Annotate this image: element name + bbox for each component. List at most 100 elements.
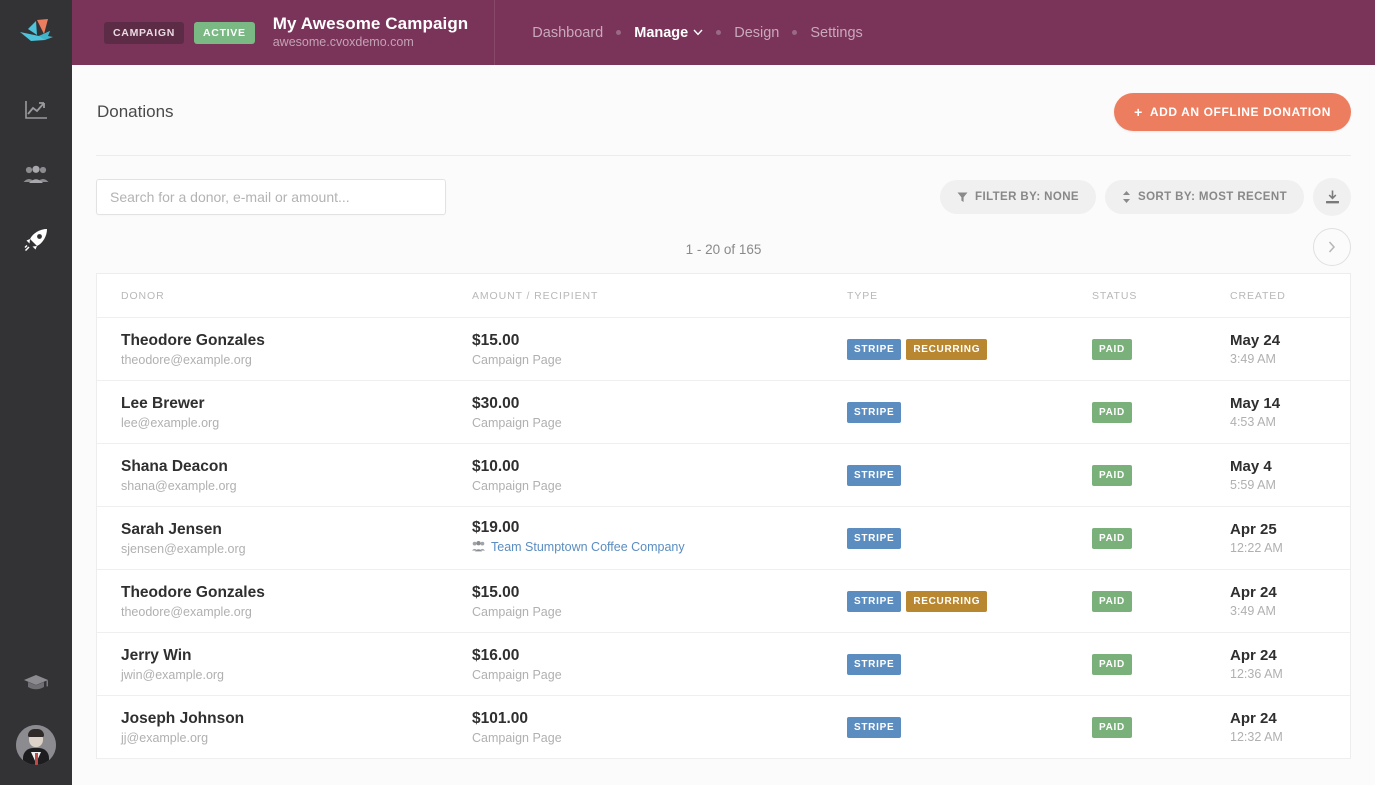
- team-link[interactable]: Team Stumptown Coffee Company: [472, 540, 685, 554]
- cell-status: PAID: [1082, 528, 1220, 549]
- donor-email: theodore@example.org: [121, 605, 452, 619]
- plus-icon: +: [1134, 105, 1143, 119]
- cell-donor: Lee Brewer lee@example.org: [97, 395, 462, 430]
- add-offline-donation-label: ADD AN OFFLINE DONATION: [1150, 105, 1331, 119]
- sidebar-item-analytics[interactable]: [0, 77, 72, 142]
- table-row[interactable]: Lee Brewerlee@example.org$30.00Campaign …: [97, 381, 1350, 444]
- column-header-donor: DONOR: [97, 290, 462, 302]
- cell-amount: $15.00 Campaign Page: [462, 332, 837, 367]
- campaign-text: My Awesome Campaign awesome.cvoxdemo.com: [273, 15, 469, 50]
- cell-created: Apr 243:49 AM: [1220, 584, 1350, 618]
- app-root: CAMPAIGN ACTIVE My Awesome Campaign awes…: [0, 0, 1375, 785]
- filter-by-button[interactable]: FILTER BY: NONE: [940, 180, 1096, 214]
- analytics-chart-icon: [24, 99, 48, 121]
- status-badge: PAID: [1092, 465, 1132, 486]
- type-badge-stripe: STRIPE: [847, 591, 901, 612]
- rail-bottom: [0, 650, 72, 785]
- table-body: Theodore Gonzales theodore@example.org $15…: [97, 318, 1350, 759]
- page-header: Donations + ADD AN OFFLINE DONATION: [96, 65, 1351, 156]
- donor-name: Sarah Jensen: [121, 521, 452, 539]
- table-row[interactable]: Shana Deaconshana@example.org$10.00Campa…: [97, 444, 1350, 507]
- cell-amount: $16.00Campaign Page: [462, 647, 837, 682]
- cell-status: PAID: [1082, 339, 1220, 360]
- table-header-row: DONOR AMOUNT / RECIPIENT TYPE STATUS CRE…: [97, 274, 1350, 318]
- created-date: Apr 24: [1230, 647, 1340, 664]
- cell-type: STRIPERECURRING: [837, 339, 1082, 360]
- created-date: Apr 25: [1230, 521, 1340, 538]
- cell-donor: Sarah Jensen sjensen@example.org: [97, 521, 462, 556]
- donation-amount: $101.00: [472, 710, 827, 728]
- team-group-icon: [472, 541, 485, 552]
- created-date: May 14: [1230, 395, 1340, 412]
- download-button[interactable]: [1313, 178, 1351, 216]
- donation-amount: $15.00: [472, 584, 827, 602]
- type-badge-recurring: RECURRING: [906, 591, 987, 612]
- chevron-right-icon: [1328, 241, 1336, 253]
- created-time: 12:22 AM: [1230, 541, 1340, 555]
- recipient-label: Campaign Page: [472, 731, 827, 745]
- nav-settings-label: Settings: [810, 25, 862, 41]
- cell-type: STRIPERECURRING: [837, 591, 1082, 612]
- table-row[interactable]: Theodore Gonzalestheodore@example.org$15…: [97, 318, 1350, 381]
- cell-status: PAID: [1082, 591, 1220, 612]
- table-row[interactable]: Jerry Winjwin@example.org$16.00Campaign …: [97, 633, 1350, 696]
- nav-dashboard[interactable]: Dashboard: [519, 25, 616, 41]
- nav-dashboard-label: Dashboard: [532, 25, 603, 41]
- donor-email: lee@example.org: [121, 416, 452, 430]
- main-content: Donations + ADD AN OFFLINE DONATION FILT…: [72, 65, 1375, 785]
- next-page-button[interactable]: [1313, 228, 1351, 266]
- nav-manage-label: Manage: [634, 25, 688, 41]
- cell-type: STRIPE: [837, 402, 1082, 423]
- cell-status: PAID: [1082, 465, 1220, 486]
- cell-type: STRIPE: [837, 465, 1082, 486]
- cell-created: Apr 2412:36 AM: [1220, 647, 1350, 681]
- sort-arrows-icon: [1122, 191, 1131, 203]
- app-logo[interactable]: [0, 0, 72, 65]
- left-rail: [0, 0, 72, 785]
- created-date: Apr 24: [1230, 584, 1340, 601]
- table-row[interactable]: Theodore Gonzales theodore@example.org $15…: [97, 570, 1350, 633]
- table-row[interactable]: Joseph Johnson jj@example.org $101.00 Campa…: [97, 696, 1350, 759]
- cell-created: May 45:59 AM: [1220, 458, 1350, 492]
- created-time: 4:53 AM: [1230, 415, 1340, 429]
- donor-name: Shana Deacon: [121, 458, 452, 476]
- rocket-icon: [23, 227, 49, 253]
- avatar[interactable]: [16, 725, 56, 765]
- toolbar-actions: FILTER BY: NONE SORT BY: MOST RECENT: [940, 178, 1351, 216]
- recipient-label: Campaign Page: [472, 353, 827, 367]
- add-offline-donation-button[interactable]: + ADD AN OFFLINE DONATION: [1114, 93, 1351, 131]
- donor-email: jj@example.org: [121, 731, 452, 745]
- team-link-label: Team Stumptown Coffee Company: [491, 540, 685, 554]
- people-group-icon: [23, 165, 49, 185]
- sort-by-button[interactable]: SORT BY: MOST RECENT: [1105, 180, 1304, 214]
- recipient-label: Campaign Page: [472, 479, 827, 493]
- cell-created: Apr 25 12:22 AM: [1220, 521, 1350, 555]
- nav-manage[interactable]: Manage: [621, 25, 716, 41]
- sidebar-item-campaigns[interactable]: [0, 207, 72, 272]
- donor-name: Lee Brewer: [121, 395, 452, 413]
- donor-name: Theodore Gonzales: [121, 584, 452, 602]
- donor-name: Joseph Johnson: [121, 710, 452, 728]
- donation-amount: $10.00: [472, 458, 827, 476]
- filter-by-label: FILTER BY: NONE: [975, 191, 1079, 203]
- status-badge: PAID: [1092, 654, 1132, 675]
- funnel-icon: [957, 192, 968, 203]
- donations-table: DONOR AMOUNT / RECIPIENT TYPE STATUS CRE…: [96, 273, 1351, 759]
- donor-email: sjensen@example.org: [121, 542, 452, 556]
- table-row[interactable]: Sarah Jensensjensen@example.org$19.00Tea…: [97, 507, 1350, 570]
- status-badge: PAID: [1092, 402, 1132, 423]
- campaign-title: My Awesome Campaign: [273, 15, 469, 34]
- donation-amount: $15.00: [472, 332, 827, 350]
- sidebar-item-academy[interactable]: [0, 650, 72, 715]
- type-badge-recurring: RECURRING: [906, 339, 987, 360]
- campaign-identity: CAMPAIGN ACTIVE My Awesome Campaign awes…: [72, 0, 495, 65]
- avatar-hair: [28, 729, 44, 737]
- search-input[interactable]: [96, 179, 446, 215]
- type-badge-stripe: STRIPE: [847, 654, 901, 675]
- created-time: 3:49 AM: [1230, 352, 1340, 366]
- sidebar-item-people[interactable]: [0, 142, 72, 207]
- badge-campaign: CAMPAIGN: [104, 22, 184, 44]
- column-header-type: TYPE: [837, 290, 1082, 302]
- nav-design[interactable]: Design: [721, 25, 792, 41]
- nav-settings[interactable]: Settings: [797, 25, 875, 41]
